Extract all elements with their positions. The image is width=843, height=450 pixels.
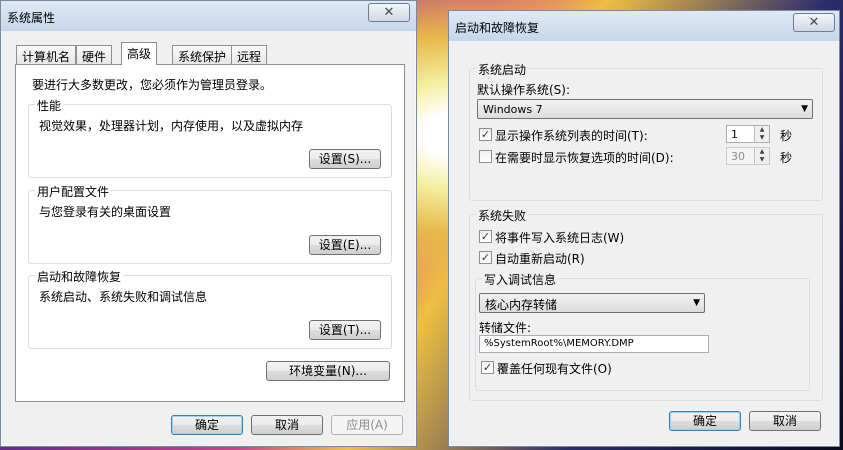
show-recovery-checkbox[interactable] — [479, 150, 492, 163]
show-os-list-checkbox[interactable]: ✓ — [479, 128, 492, 141]
performance-desc: 视觉效果，处理器计划，内存使用，以及虚拟内存 — [39, 119, 304, 133]
spin-up-icon[interactable]: ▲ — [755, 148, 769, 156]
show-os-list-spinner[interactable]: 1 ▲ ▼ — [726, 125, 770, 143]
user-profiles-group: 用户配置文件 与您登录有关的桌面设置 设置(E)... — [28, 183, 392, 264]
tab-remote[interactable]: 远程 — [231, 45, 268, 64]
startup-recovery-dialog: 启动和故障恢复 ✕ 系统启动 默认操作系统(S): Windows 7 ▼ ✓ … — [448, 10, 840, 447]
seconds-unit: 秒 — [780, 151, 793, 165]
write-event-label: 将事件写入系统日志(W) — [495, 231, 625, 245]
startup-recovery-label: 启动和故障恢复 — [35, 268, 124, 285]
cancel-button[interactable]: 取消 — [251, 415, 323, 435]
system-properties-window: 系统属性 ✕ 计算机名 硬件 高级 系统保护 远程 要进行大多数更改，您必须作为… — [0, 0, 417, 447]
cancel-button[interactable]: 取消 — [749, 411, 821, 431]
dump-file-label: 转储文件: — [479, 321, 532, 335]
window-title: 系统属性 — [7, 11, 56, 25]
spin-down-icon[interactable]: ▼ — [755, 156, 769, 164]
debug-info-group: 写入调试信息 核心内存转储 ▼ 转储文件: %SystemRoot%\MEMOR… — [475, 271, 810, 391]
auto-restart-checkbox[interactable]: ✓ — [479, 251, 492, 264]
chevron-down-icon: ▼ — [801, 104, 808, 114]
performance-group: 性能 视觉效果，处理器计划，内存使用，以及虚拟内存 设置(S)... — [28, 97, 392, 178]
spin-down-icon[interactable]: ▼ — [755, 134, 769, 142]
system-failure-group: 系统失败 ✓ 将事件写入系统日志(W) ✓ 自动重新启动(R) 写入调试信息 核… — [469, 207, 823, 401]
system-failure-label: 系统失败 — [476, 207, 529, 224]
environment-variables-button[interactable]: 环境变量(N)... — [266, 361, 390, 381]
show-recovery-value: 30 — [731, 150, 745, 163]
overwrite-checkbox[interactable]: ✓ — [481, 361, 494, 374]
debug-type-select[interactable]: 核心内存转储 ▼ — [479, 293, 705, 313]
advanced-tab-panel: 要进行大多数更改，您必须作为管理员登录。 性能 视觉效果，处理器计划，内存使用，… — [15, 64, 405, 402]
close-button[interactable]: ✕ — [793, 13, 835, 32]
ok-button[interactable]: 确定 — [669, 411, 741, 431]
dialog-title: 启动和故障恢复 — [455, 21, 540, 35]
tab-advanced[interactable]: 高级 — [121, 42, 158, 65]
admin-note: 要进行大多数更改，您必须作为管理员登录。 — [32, 78, 273, 92]
default-os-value: Windows 7 — [483, 103, 543, 116]
show-recovery-spinner[interactable]: 30 ▲ ▼ — [726, 147, 770, 165]
overwrite-label: 覆盖任何现有文件(O) — [497, 362, 612, 376]
system-startup-label: 系统启动 — [476, 61, 529, 78]
seconds-unit: 秒 — [780, 129, 793, 143]
startup-recovery-settings-button[interactable]: 设置(T)... — [309, 320, 381, 340]
chevron-down-icon: ▼ — [693, 298, 700, 308]
user-profiles-desc: 与您登录有关的桌面设置 — [39, 205, 172, 219]
write-event-checkbox[interactable]: ✓ — [479, 230, 492, 243]
apply-button[interactable]: 应用(A) — [331, 415, 403, 435]
user-profiles-label: 用户配置文件 — [35, 183, 112, 200]
tab-system-protection[interactable]: 系统保护 — [172, 45, 233, 64]
close-button[interactable]: ✕ — [368, 3, 410, 22]
show-recovery-label: 在需要时显示恢复选项的时间(D): — [495, 151, 674, 165]
startup-recovery-desc: 系统启动、系统失败和调试信息 — [39, 290, 208, 304]
title-bar[interactable]: 系统属性 ✕ — [1, 1, 416, 31]
ok-button[interactable]: 确定 — [171, 415, 243, 435]
default-os-select[interactable]: Windows 7 ▼ — [477, 99, 813, 119]
spin-up-icon[interactable]: ▲ — [755, 126, 769, 134]
startup-recovery-group: 启动和故障恢复 系统启动、系统失败和调试信息 设置(T)... — [28, 268, 392, 349]
performance-settings-button[interactable]: 设置(S)... — [309, 149, 381, 169]
default-os-label: 默认操作系统(S): — [477, 83, 571, 97]
performance-label: 性能 — [35, 97, 64, 114]
show-os-list-label: 显示操作系统列表的时间(T): — [495, 129, 648, 143]
debug-type-value: 核心内存转储 — [485, 298, 558, 312]
debug-info-label: 写入调试信息 — [482, 271, 559, 288]
auto-restart-label: 自动重新启动(R) — [495, 252, 585, 266]
title-bar[interactable]: 启动和故障恢复 ✕ — [449, 11, 839, 41]
tab-hardware[interactable]: 硬件 — [76, 45, 113, 64]
user-profiles-settings-button[interactable]: 设置(E)... — [309, 235, 381, 255]
dump-file-input[interactable]: %SystemRoot%\MEMORY.DMP — [479, 335, 709, 353]
tab-computer-name[interactable]: 计算机名 — [16, 45, 77, 64]
show-os-list-value: 1 — [731, 128, 738, 141]
system-startup-group: 系统启动 默认操作系统(S): Windows 7 ▼ ✓ 显示操作系统列表的时… — [469, 61, 823, 201]
